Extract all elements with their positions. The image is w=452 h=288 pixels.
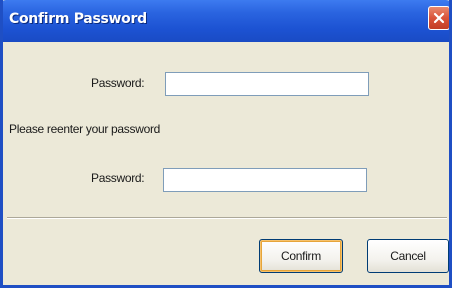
confirm-password-label: Password: — [91, 171, 145, 185]
reenter-prompt: Please reenter your password — [9, 122, 161, 136]
close-button[interactable] — [428, 6, 449, 30]
title-bar[interactable]: Confirm Password — [3, 0, 449, 42]
confirm-password-dialog: Confirm Password Password: Please reente… — [0, 0, 452, 288]
password-field[interactable] — [165, 72, 369, 96]
separator — [7, 217, 447, 219]
close-icon — [433, 12, 445, 24]
window-title: Confirm Password — [9, 11, 147, 27]
password-label: Password: — [91, 76, 145, 90]
confirm-button[interactable]: Confirm — [259, 239, 343, 273]
cancel-button[interactable]: Cancel — [367, 239, 449, 273]
confirm-password-field[interactable] — [163, 168, 367, 192]
